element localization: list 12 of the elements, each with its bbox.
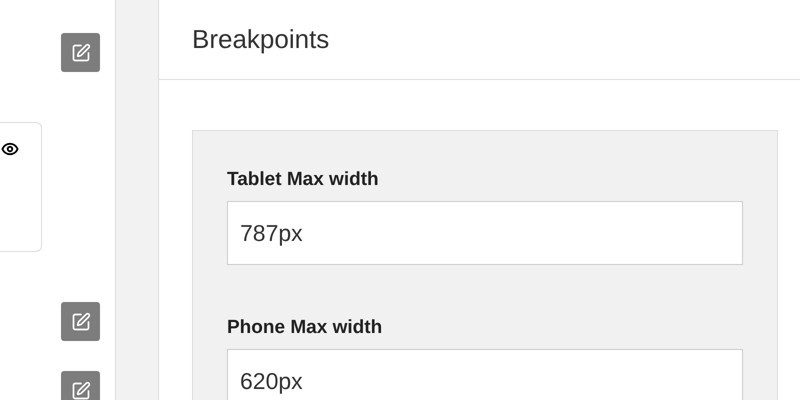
edit-button[interactable]	[61, 371, 100, 400]
panel-title: Breakpoints	[192, 24, 330, 55]
input-field[interactable]: 620px	[227, 349, 743, 400]
edit-button[interactable]	[61, 302, 100, 341]
field-label: Phone Max width	[227, 317, 384, 339]
edit-icon	[70, 380, 90, 400]
field-label: Tablet Max width	[227, 169, 380, 191]
edit-icon	[70, 312, 90, 332]
edit-button[interactable]	[61, 33, 100, 72]
input-field[interactable]: 787px	[227, 201, 743, 265]
edit-icon	[70, 42, 90, 62]
eye-icon	[1, 140, 19, 158]
